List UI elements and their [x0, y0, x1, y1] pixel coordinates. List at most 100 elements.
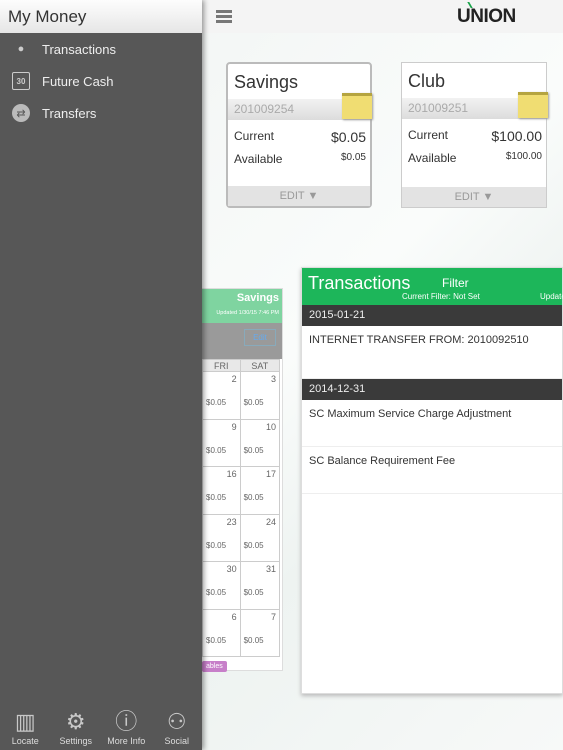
sidebar-item-label: Future Cash	[42, 73, 114, 89]
available-label: Available	[408, 151, 457, 165]
current-filter: Current Filter: Not Set	[402, 292, 480, 301]
calendar-icon: 30	[12, 72, 30, 90]
day-amount: $0.05	[206, 635, 227, 645]
day-amount: $0.05	[243, 540, 264, 550]
edit-button[interactable]: EDIT ▼	[402, 187, 546, 207]
available-label: Available	[234, 152, 283, 166]
day-amount: $0.05	[243, 398, 264, 407]
available-balance: $100.00	[505, 151, 542, 162]
calendar-day[interactable]: 17 $0.05	[239, 466, 281, 515]
current-balance: $100.00	[491, 128, 542, 144]
map-pin-icon: ▥	[14, 709, 36, 734]
day-amount: $0.05	[206, 445, 227, 455]
day-number: 31	[265, 564, 276, 574]
sticky-note-icon[interactable]	[342, 93, 372, 119]
category-badge[interactable]: ables	[202, 661, 227, 672]
calendar-week: 9 $0.05 10 $0.05	[202, 418, 281, 467]
button-label: Locate	[11, 736, 39, 746]
gear-icon: ⚙	[65, 709, 86, 734]
calendar-grid: FRI SAT 2 $0.05 3 $0.05 9 $0.05 10 $0.05 16 $0.05 1…	[202, 359, 281, 657]
transactions-panel: Transactions Filter Current Filter: Not …	[301, 267, 563, 694]
info-icon: ⓘ	[115, 709, 138, 734]
current-label: Current	[408, 128, 449, 142]
filter-button[interactable]: Filter	[442, 276, 469, 290]
account-name: Savings	[234, 72, 299, 92]
day-number: 24	[265, 516, 276, 527]
calendar-day[interactable]: 6 $0.05	[202, 608, 241, 657]
calendar-day[interactable]: 30 $0.05	[202, 561, 241, 610]
transaction-item[interactable]: SC Maximum Service Charge Adjustment	[302, 400, 562, 447]
sidebar-item-future-cash[interactable]: 30 Future Cash	[0, 65, 202, 97]
day-number: 2	[231, 374, 237, 384]
available-balance: $0.05	[340, 152, 366, 163]
main-panel: UNION Savings 201009254 Current $0.05 Ava…	[202, 0, 563, 750]
calendar-day[interactable]: 7 $0.05	[239, 608, 281, 657]
day-amount: $0.05	[206, 398, 227, 407]
sidebar-item-label: Transactions	[42, 41, 116, 57]
current-label: Current	[234, 129, 275, 143]
day-amount: $0.05	[243, 588, 264, 597]
day-number: 9	[231, 421, 237, 432]
sidebar-item-label: Transfers	[42, 105, 97, 121]
calendar-day[interactable]: 16 $0.05	[202, 466, 241, 515]
day-number: 30	[226, 564, 237, 574]
button-label: Settings	[59, 736, 93, 746]
account-card-club[interactable]: Club 201009251 Current $100.00 Available $…	[401, 62, 548, 208]
sidebar-item-transfers[interactable]: ⇄ Transfers	[0, 97, 202, 129]
social-button[interactable]: ⚇ Social	[152, 708, 202, 746]
transfer-icon: ⇄	[12, 104, 30, 122]
calendar-edit-button[interactable]: Edit	[244, 329, 276, 346]
people-icon: ⚇	[166, 709, 187, 734]
calendar-day[interactable]: 31 $0.05	[239, 561, 281, 610]
day-number: 6	[231, 611, 237, 622]
top-bar: UNION	[202, 0, 563, 33]
calendar-week: 23 $0.05 24 $0.05	[202, 513, 281, 562]
day-amount: $0.05	[206, 588, 227, 597]
transaction-item[interactable]: SC Balance Requirement Fee	[302, 447, 562, 494]
calendar-week: 6 $0.05 7 $0.05	[202, 608, 281, 657]
calendar-day[interactable]: 23 $0.05	[202, 513, 241, 562]
updated-label: Update	[540, 292, 563, 301]
edit-button[interactable]: EDIT ▼	[228, 186, 370, 206]
future-cash-calendar: Savings Updated 1/30/15 7:46 PM Edit FRI S…	[202, 288, 283, 672]
calendar-day[interactable]: 2 $0.05	[202, 371, 241, 420]
date-header: 2014-12-31	[302, 379, 562, 400]
transaction-item[interactable]: INTERNET TRANSFER FROM: 2010092510	[302, 326, 562, 379]
calendar-day[interactable]: 3 $0.05	[239, 371, 281, 420]
sidebar-item-transactions[interactable]: ● Transactions	[0, 33, 202, 65]
calendar-week: 2 $0.05 3 $0.05	[202, 371, 281, 420]
settings-button[interactable]: ⚙ Settings	[51, 708, 101, 746]
day-amount: $0.05	[243, 635, 264, 645]
day-amount: $0.05	[243, 445, 264, 455]
day-number: 7	[270, 611, 276, 622]
calendar-week: 16 $0.05 17 $0.05	[202, 466, 281, 515]
transactions-title: Transactions	[308, 273, 411, 293]
account-name: Club	[408, 71, 446, 91]
calendar-day[interactable]: 24 $0.05	[239, 513, 281, 562]
day-number: 3	[270, 374, 276, 384]
day-amount: $0.05	[243, 493, 264, 502]
calendar-day[interactable]: 9 $0.05	[202, 418, 241, 467]
button-label: Social	[164, 736, 189, 746]
day-number: 10	[265, 421, 276, 432]
calendar-week: 30 $0.05 31 $0.05	[202, 561, 281, 610]
day-number: 23	[226, 516, 237, 527]
sidebar-title: My Money	[0, 0, 202, 33]
day-amount: $0.05	[206, 540, 227, 550]
day-amount: $0.05	[206, 493, 227, 502]
account-card-savings[interactable]: Savings 201009254 Current $0.05 Available…	[226, 62, 372, 208]
locate-button[interactable]: ▥ Locate	[0, 708, 50, 746]
day-number: 16	[226, 469, 237, 479]
calendar-day[interactable]: 10 $0.05	[239, 418, 281, 467]
button-label: More Info	[107, 736, 146, 746]
hamburger-icon[interactable]	[216, 10, 232, 23]
calendar-updated: Updated 1/30/15 7:46 PM	[216, 310, 279, 316]
sticky-note-icon[interactable]	[518, 92, 548, 118]
day-header: FRI	[202, 359, 241, 372]
day-header: SAT	[239, 359, 281, 372]
more-info-button[interactable]: ⓘ More Info	[101, 708, 151, 746]
day-number: 17	[265, 469, 276, 479]
hand-coin-icon: ●	[17, 43, 25, 55]
current-balance: $0.05	[330, 129, 366, 145]
sidebar: My Money ● Transactions 30 Future Cash ⇄ Tr…	[0, 0, 202, 750]
